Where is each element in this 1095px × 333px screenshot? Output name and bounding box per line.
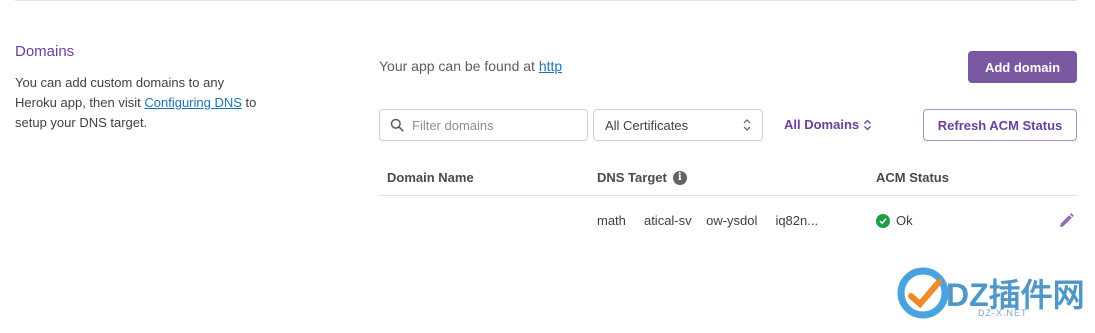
certificates-select[interactable]: All Certificates <box>593 109 763 141</box>
all-domains-dropdown[interactable]: All Domains <box>784 117 872 132</box>
refresh-acm-status-button[interactable]: Refresh ACM Status <box>923 109 1077 141</box>
chevron-updown-icon <box>864 119 872 130</box>
app-url-text: Your app can be found at http <box>379 58 563 74</box>
search-icon <box>390 118 404 132</box>
table-header-divider <box>379 195 1077 196</box>
add-domain-button[interactable]: Add domain <box>968 51 1077 83</box>
certificates-select-value: All Certificates <box>605 117 689 133</box>
section-description: You can add custom domains to any Heroku… <box>15 75 257 130</box>
column-header-acm-status: ACM Status <box>876 170 949 185</box>
configuring-dns-link[interactable]: Configuring DNS <box>144 95 242 110</box>
column-header-domain-name: Domain Name <box>387 170 474 185</box>
all-domains-label: All Domains <box>784 117 860 132</box>
dns-target-value: math atical-sv ow-ysdol iq82n... <box>597 213 819 228</box>
column-header-dns-target: DNS Target i <box>597 170 687 185</box>
info-icon[interactable]: i <box>672 170 687 185</box>
app-url-link[interactable]: http <box>539 58 562 74</box>
watermark-subtext: DZ-X.NET <box>978 308 1028 318</box>
chevron-updown-icon <box>743 119 751 131</box>
acm-status: Ok <box>876 213 913 228</box>
section-title: Domains <box>15 43 75 60</box>
top-divider <box>15 0 1077 1</box>
filter-domains-field[interactable] <box>379 109 588 141</box>
filter-domains-input[interactable] <box>412 117 582 133</box>
acm-status-label: Ok <box>896 213 913 228</box>
check-icon <box>876 213 890 228</box>
edit-icon[interactable] <box>1057 212 1075 230</box>
